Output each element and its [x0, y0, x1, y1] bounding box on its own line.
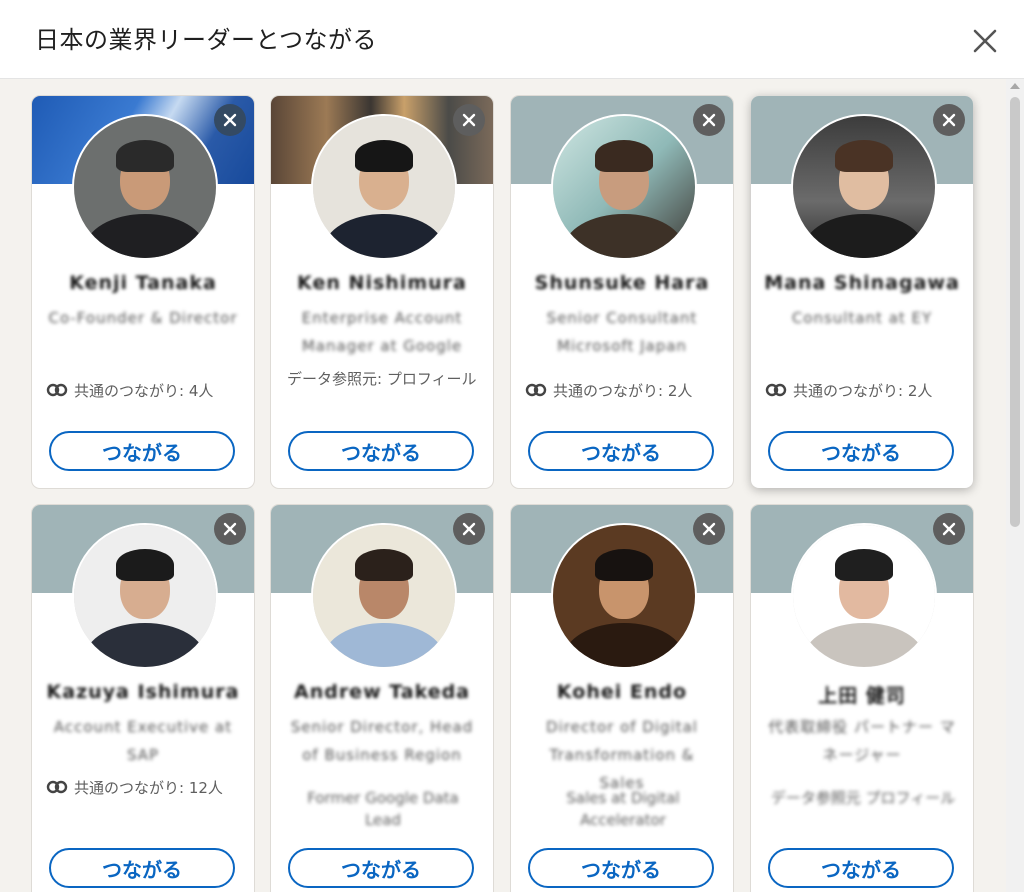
- mutual-connections-text: 共通のつながり: 2人: [793, 382, 933, 400]
- data-source-text: Former Google Data Lead: [307, 789, 459, 829]
- dismiss-icon[interactable]: [453, 104, 485, 136]
- profile-card: Andrew Takeda Senior Director, Head of B…: [271, 505, 493, 892]
- profile-card: Ken Nishimura Enterprise Account Manager…: [271, 96, 493, 488]
- profile-card: Mana Shinagawa Consultant at EY 共通のつながり:…: [751, 96, 973, 488]
- dismiss-icon[interactable]: [693, 104, 725, 136]
- profile-name[interactable]: Ken Nishimura: [281, 272, 483, 294]
- dismiss-icon[interactable]: [214, 513, 246, 545]
- dismiss-icon[interactable]: [214, 104, 246, 136]
- mutual-connections-icon: [525, 383, 547, 397]
- profile-name[interactable]: Kazuya Ishimura: [42, 681, 244, 703]
- close-icon[interactable]: [966, 22, 1004, 60]
- profile-name[interactable]: Mana Shinagawa: [761, 272, 963, 294]
- profile-card: Kazuya Ishimura Account Executive at SAP…: [32, 505, 254, 892]
- profile-card: Shunsuke Hara Senior Consultant Microsof…: [511, 96, 733, 488]
- connect-button[interactable]: つながる: [288, 431, 474, 471]
- connect-button[interactable]: つながる: [49, 848, 235, 888]
- profile-headline: Consultant at EY: [791, 309, 933, 327]
- avatar[interactable]: [311, 523, 457, 669]
- scroll-up-icon[interactable]: [1010, 83, 1020, 89]
- dialog-title: 日本の業界リーダーとつながる: [35, 26, 378, 54]
- connect-button[interactable]: つながる: [288, 848, 474, 888]
- profile-headline: 代表取締役 パートナー マネージャー: [768, 718, 956, 764]
- data-source-text: データ参照元 プロフィール: [770, 789, 956, 807]
- mutual-connections-text: 共通のつながり: 4人: [74, 382, 214, 400]
- profile-name[interactable]: Andrew Takeda: [281, 681, 483, 703]
- avatar[interactable]: [791, 523, 937, 669]
- data-source-text: Sales at Digital Accelerator: [566, 789, 680, 829]
- mutual-connections: 共通のつながり: 12人: [46, 777, 246, 799]
- profile-headline: Co-Founder & Director: [48, 309, 238, 327]
- avatar[interactable]: [551, 114, 697, 260]
- avatar[interactable]: [311, 114, 457, 260]
- profile-name[interactable]: Kenji Tanaka: [42, 272, 244, 294]
- connect-button[interactable]: つながる: [768, 431, 954, 471]
- profile-card: Kenji Tanaka Co-Founder & Director 共通のつな…: [32, 96, 254, 488]
- suggestions-grid: Kenji Tanaka Co-Founder & Director 共通のつな…: [0, 79, 1024, 892]
- profile-headline: Enterprise Account Manager at Google: [301, 309, 463, 355]
- profile-headline: Director of Digital Transformation & Sal…: [546, 718, 698, 792]
- scrollbar-thumb[interactable]: [1010, 97, 1020, 527]
- profile-headline: Senior Consultant Microsoft Japan: [546, 309, 698, 355]
- avatar[interactable]: [551, 523, 697, 669]
- profile-card: 上田 健司 代表取締役 パートナー マネージャー データ参照元 プロフィール つ…: [751, 505, 973, 892]
- avatar[interactable]: [791, 114, 937, 260]
- mutual-connections-icon: [46, 383, 68, 397]
- connect-button[interactable]: つながる: [528, 431, 714, 471]
- mutual-connections: 共通のつながり: 2人: [765, 380, 965, 402]
- connect-button[interactable]: つながる: [768, 848, 954, 888]
- profile-card: Kohei Endo Director of Digital Transform…: [511, 505, 733, 892]
- profile-name[interactable]: 上田 健司: [761, 681, 963, 708]
- dismiss-icon[interactable]: [453, 513, 485, 545]
- mutual-connections: 共通のつながり: 2人: [525, 380, 725, 402]
- profile-headline: Senior Director, Head of Business Region: [290, 718, 474, 764]
- profile-name[interactable]: Kohei Endo: [521, 681, 723, 703]
- profile-name[interactable]: Shunsuke Hara: [521, 272, 723, 294]
- mutual-connections-icon: [765, 383, 787, 397]
- dismiss-icon[interactable]: [933, 513, 965, 545]
- dismiss-icon[interactable]: [693, 513, 725, 545]
- dialog-header: 日本の業界リーダーとつながる: [0, 0, 1024, 79]
- mutual-connections: 共通のつながり: 4人: [46, 380, 246, 402]
- mutual-connections-text: 共通のつながり: 12人: [74, 779, 223, 797]
- scrollbar[interactable]: [1006, 79, 1024, 892]
- avatar[interactable]: [72, 523, 218, 669]
- mutual-connections-text: 共通のつながり: 2人: [553, 382, 693, 400]
- profile-headline: Account Executive at SAP: [53, 718, 233, 764]
- avatar[interactable]: [72, 114, 218, 260]
- mutual-connections-icon: [46, 780, 68, 794]
- connect-button[interactable]: つながる: [528, 848, 714, 888]
- connect-button[interactable]: つながる: [49, 431, 235, 471]
- data-source-text: データ参照元: プロフィール: [287, 370, 477, 388]
- dismiss-icon[interactable]: [933, 104, 965, 136]
